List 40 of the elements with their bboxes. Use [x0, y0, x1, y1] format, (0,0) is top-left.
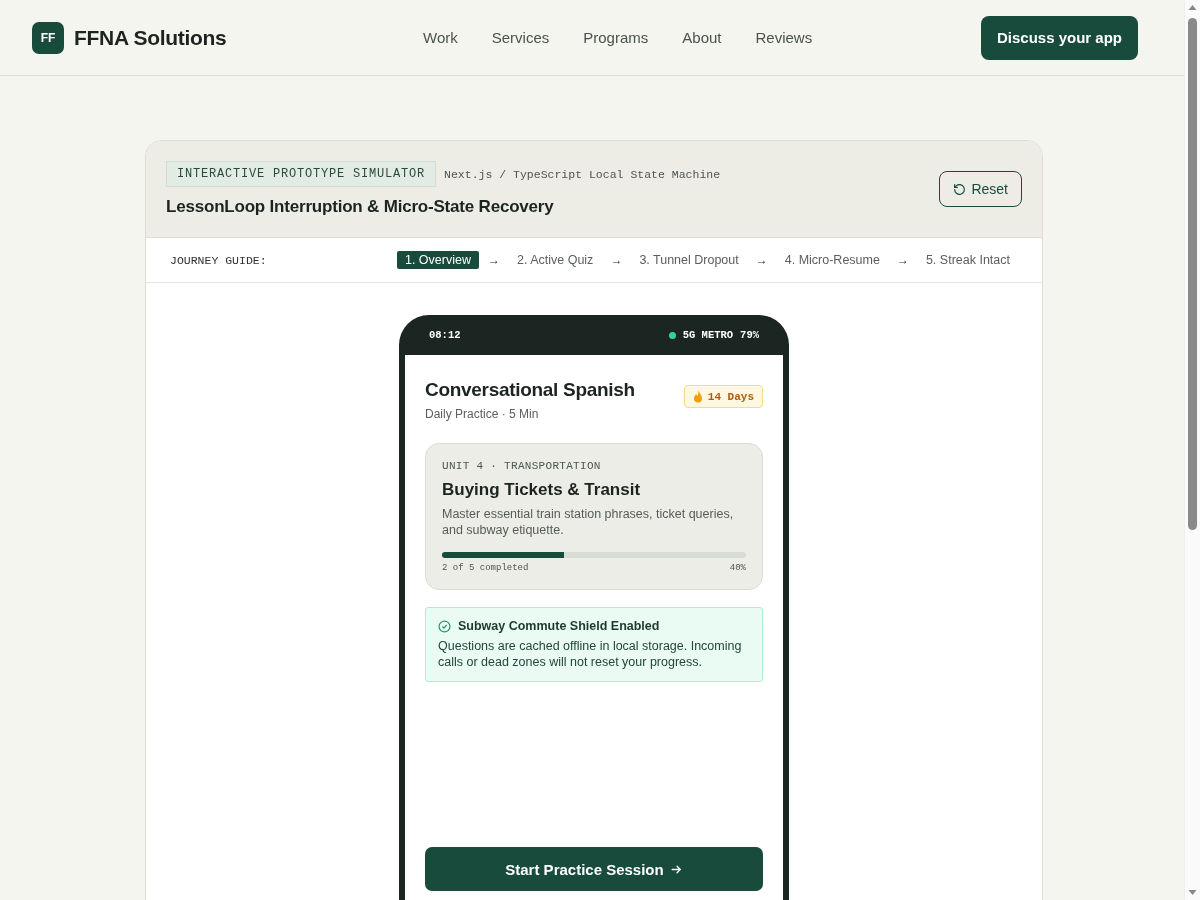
signal-dot-icon	[668, 331, 676, 339]
arrow-text: →	[755, 253, 768, 267]
arrow-text: →	[487, 253, 500, 267]
nav-link[interactable]: Programs	[583, 29, 649, 46]
nav-link[interactable]: Reviews	[755, 29, 813, 46]
cta-button[interactable]: Discuss your app	[980, 15, 1138, 60]
simulator-tag: INTERACTIVE PROTOTYPE SIMULATOR	[166, 161, 437, 187]
notice-title: Subway Commute Shield Enabled	[458, 619, 660, 633]
nav-link[interactable]: Work	[423, 29, 458, 46]
start-button[interactable]: Start Practice Session	[425, 847, 763, 891]
streak-badge: 14 Days	[683, 385, 763, 408]
flame-icon	[692, 390, 703, 403]
progress-text: 2 of 5 completed	[442, 563, 529, 573]
journey-label: JOURNEY GUIDE:	[170, 253, 268, 267]
reset-icon	[953, 182, 967, 196]
notice-body: Questions are cached offline in local storage. Incoming calls or dead zones will not reset your progress.	[438, 638, 743, 670]
unit-title: Buying Tickets & Transit	[442, 480, 642, 500]
unit-description: Master essential train station phrases, ticket queries, and subway etiquette.	[442, 506, 735, 538]
status-time: 08:12	[429, 329, 461, 341]
course-title: Conversational Spanish	[425, 379, 635, 401]
journey-step[interactable]: 5. Streak Intact	[917, 251, 1018, 269]
nav-link[interactable]: Services	[491, 29, 550, 46]
simulator-title: LessonLoop Interruption & Micro-State Recovery	[166, 197, 555, 217]
course-subtitle: Daily Practice · 5 Min	[425, 407, 540, 421]
nav-link[interactable]: About	[682, 29, 722, 46]
tech-label: Next.js / TypeScript Local State Machine	[444, 167, 721, 181]
brand-name: FFNA Solutions	[74, 25, 227, 50]
network-label: 5G METRO	[682, 329, 734, 341]
logo-mark: FF	[32, 21, 64, 54]
journey-step[interactable]: 2. Active Quiz	[508, 251, 602, 269]
arrow-text: →	[896, 253, 909, 267]
progress-percent: 40%	[729, 563, 746, 573]
battery-label: 79%	[740, 329, 759, 341]
arrow-text: →	[610, 253, 623, 267]
journey-step[interactable]: 3. Tunnel Dropout	[631, 251, 747, 269]
check-circle-icon	[438, 619, 451, 633]
journey-step[interactable]: 4. Micro-Resume	[776, 251, 888, 269]
reset-button[interactable]: Reset	[939, 171, 1022, 207]
journey-step[interactable]: 1. Overview	[396, 251, 479, 269]
unit-eyebrow: UNIT 4 · TRANSPORTATION	[442, 460, 602, 472]
